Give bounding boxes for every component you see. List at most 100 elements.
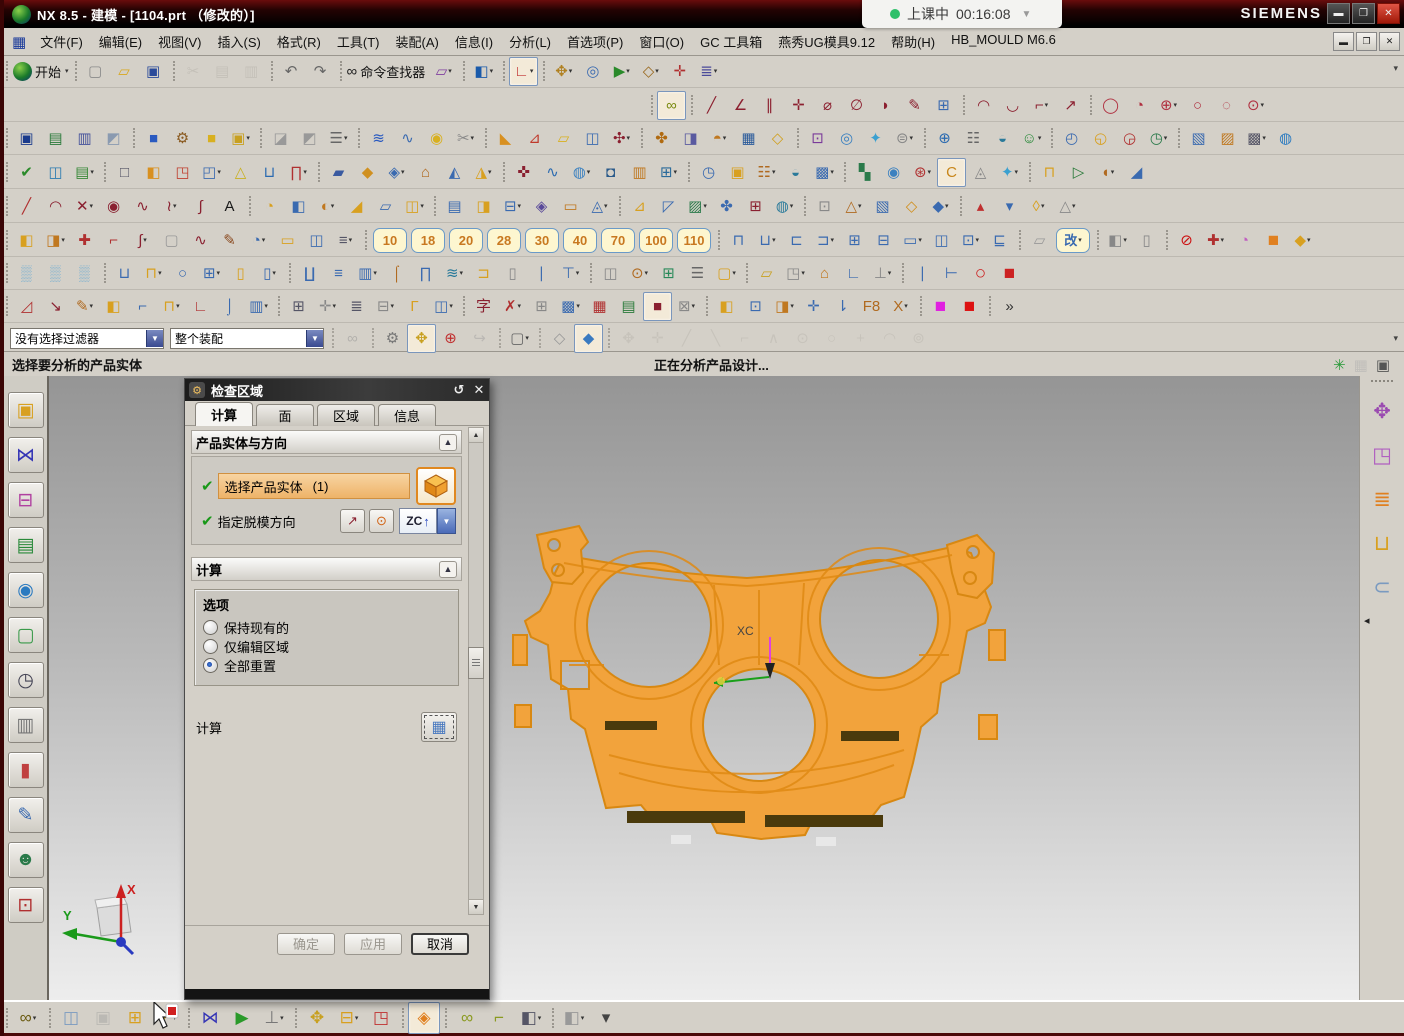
toolbar-button-28[interactable]: 28 xyxy=(487,228,521,253)
toolbar-icon[interactable]: ▤ xyxy=(440,192,469,221)
toolbar-icon[interactable]: ⌡ xyxy=(215,292,244,321)
resource-bar-tab[interactable]: ◉ xyxy=(8,572,44,608)
toolbar-icon[interactable]: ◉ xyxy=(422,124,451,153)
toolbar-icon[interactable]: ≀▾ xyxy=(157,192,186,221)
point-dialog-button[interactable]: ⊙ xyxy=(369,509,394,533)
toolbar-icon[interactable]: ☷▾ xyxy=(752,158,781,187)
select-body-button[interactable] xyxy=(416,467,456,505)
toolbar-icon[interactable]: ⊜▾ xyxy=(890,124,919,153)
toolbar-icon[interactable]: ◆▾ xyxy=(1288,226,1317,255)
class-timer-overlay[interactable]: 上课中 00:16:08 ▼ xyxy=(862,0,1062,28)
toolbar-icon[interactable]: ▨ xyxy=(1213,124,1242,153)
toolbar-icon[interactable]: ▣ xyxy=(139,57,168,86)
toolbar-icon[interactable]: ◫ xyxy=(55,1002,87,1034)
toolbar-icon[interactable]: ⌐ xyxy=(99,226,128,255)
menu-item[interactable]: 燕秀UG模具9.12 xyxy=(770,29,883,54)
toolbar-icon[interactable]: ◆▾ xyxy=(926,192,955,221)
toolbar-icon[interactable]: ∟ xyxy=(186,292,215,321)
toolbar-icon[interactable]: ∿ xyxy=(538,158,567,187)
toolbar-icon[interactable]: ◫ xyxy=(596,259,625,288)
toolbar-icon[interactable]: ✔ xyxy=(12,158,41,187)
toolbar-icon[interactable]: ■ xyxy=(197,124,226,153)
toolbar-icon[interactable]: ◨▾ xyxy=(770,292,799,321)
menu-item[interactable]: GC 工具箱 xyxy=(692,29,770,54)
status-icon[interactable]: ▦ xyxy=(1354,356,1368,374)
resource-bar-tab[interactable]: ⋈ xyxy=(8,437,44,473)
toolbar-icon[interactable]: ▧ xyxy=(1184,124,1213,153)
radio-option[interactable]: 仅编辑区域 xyxy=(203,637,450,656)
toolbar-icon[interactable]: ◩ xyxy=(99,124,128,153)
toolbar-icon[interactable]: ⊐▾ xyxy=(811,226,840,255)
toolbar-icon[interactable]: ◨ xyxy=(469,192,498,221)
toolbar-icon[interactable]: ○ xyxy=(966,259,995,288)
toolbar-icon[interactable]: ▣ xyxy=(87,1002,119,1034)
toolbar-button-20[interactable]: 20 xyxy=(449,228,483,253)
toolbar-icon[interactable]: ◿ xyxy=(12,292,41,321)
toolbar-icon[interactable]: ✎ xyxy=(215,226,244,255)
toolbar-icon[interactable]: ∞ xyxy=(451,1002,483,1034)
toolbar-icon[interactable]: ▱▾ xyxy=(429,57,458,86)
toolbar-icon[interactable]: ◧▾ xyxy=(515,1002,547,1034)
toolbar-icon[interactable]: ▯▾ xyxy=(255,259,284,288)
toolbar-icon[interactable]: X▾ xyxy=(886,292,915,321)
cancel-button[interactable]: 取消 xyxy=(411,933,469,955)
toolbar-icon[interactable]: ▤ xyxy=(614,292,643,321)
toolbar-icon[interactable]: ⊓ xyxy=(724,226,753,255)
status-icon[interactable]: ✳ xyxy=(1333,356,1346,374)
toolbar-icon[interactable]: ◳ xyxy=(168,158,197,187)
toolbar-icon[interactable]: ◫▾ xyxy=(429,292,458,321)
toolbar-button-30[interactable]: 30 xyxy=(525,228,559,253)
toolbar-icon[interactable]: ╱ xyxy=(12,192,41,221)
toolbar-icon[interactable]: ▭▾ xyxy=(898,226,927,255)
toolbar-icon[interactable]: ∐ xyxy=(295,259,324,288)
toolbar-icon[interactable]: + xyxy=(846,324,875,353)
toolbar-icon[interactable]: ⊔▾ xyxy=(753,226,782,255)
toolbar-icon[interactable]: ■ xyxy=(995,259,1024,288)
toolbar-icon[interactable]: ✥ xyxy=(407,324,436,353)
toolbar-icon[interactable]: ◆ xyxy=(353,158,382,187)
toolbar-icon[interactable]: ◧ xyxy=(139,158,168,187)
right-toolbar-icon[interactable]: ✥ xyxy=(1365,394,1399,428)
toolbar-button-10[interactable]: 10 xyxy=(373,228,407,253)
toolbar-icon[interactable]: ◍ xyxy=(1271,124,1300,153)
toolbar-icon[interactable]: ◉ xyxy=(879,158,908,187)
menu-item[interactable]: 首选项(P) xyxy=(559,29,631,54)
radio-option[interactable]: 保持现有的 xyxy=(203,618,450,637)
tab-计算[interactable]: 计算 xyxy=(195,402,253,426)
toolbar-icon[interactable]: ↷ xyxy=(306,57,335,86)
toolbar-icon[interactable]: ◠ xyxy=(969,91,998,120)
section-calculate[interactable]: 计算 ▲ xyxy=(191,557,462,581)
radio-option[interactable]: 全部重置 xyxy=(203,656,450,675)
toolbar-icon[interactable]: ▱ xyxy=(752,259,781,288)
toolbar-icon[interactable]: ◵ xyxy=(1086,124,1115,153)
toolbar-icon[interactable]: ↪ xyxy=(465,324,494,353)
toolbar-icon[interactable]: ▥ xyxy=(625,158,654,187)
toolbar-icon[interactable]: ⊿ xyxy=(520,124,549,153)
toolbar-icon[interactable]: ▣ xyxy=(723,158,752,187)
toolbar-icon[interactable]: ▱ xyxy=(371,192,400,221)
toolbar-button-40[interactable]: 40 xyxy=(563,228,597,253)
toolbar-icon[interactable]: ▶ xyxy=(226,1002,258,1034)
dialog-scrollbar[interactable]: ▲ ▼ xyxy=(468,427,484,915)
toolbar-icon[interactable]: ▩▾ xyxy=(1242,124,1271,153)
toolbar-icon[interactable]: ◒ xyxy=(781,158,810,187)
toolbar-icon[interactable]: ▤ xyxy=(208,57,237,86)
toolbar-icon[interactable]: ▯ xyxy=(498,259,527,288)
right-toolbar-icon[interactable]: ≣ xyxy=(1365,482,1399,516)
toolbar-icon[interactable]: ✚ xyxy=(70,226,99,255)
toolbar-icon[interactable]: ⊞ xyxy=(119,1002,151,1034)
selection-scope-dropdown[interactable]: 整个装配 ▼ xyxy=(170,328,324,349)
toolbar-icon[interactable]: ◇ xyxy=(763,124,792,153)
toolbar-icon[interactable]: ⊞ xyxy=(654,259,683,288)
toolbar-icon[interactable]: ◧ xyxy=(284,192,313,221)
toolbar-icon[interactable]: ✤ xyxy=(647,124,676,153)
toolbar-icon[interactable]: ✕▾ xyxy=(70,192,99,221)
menu-item[interactable]: 视图(V) xyxy=(150,29,209,54)
toolbar-icon[interactable]: ⊡ xyxy=(810,192,839,221)
dialog-reset-icon[interactable]: ↺ xyxy=(449,382,469,398)
toolbar-icon[interactable]: ⊞▾ xyxy=(654,158,683,187)
dialog-resize-edge[interactable] xyxy=(185,989,489,999)
toolbar-icon[interactable]: ▥▾ xyxy=(353,259,382,288)
toolbar-icon[interactable]: ▭ xyxy=(273,226,302,255)
toolbar-icon[interactable]: ⊞ xyxy=(929,91,958,120)
